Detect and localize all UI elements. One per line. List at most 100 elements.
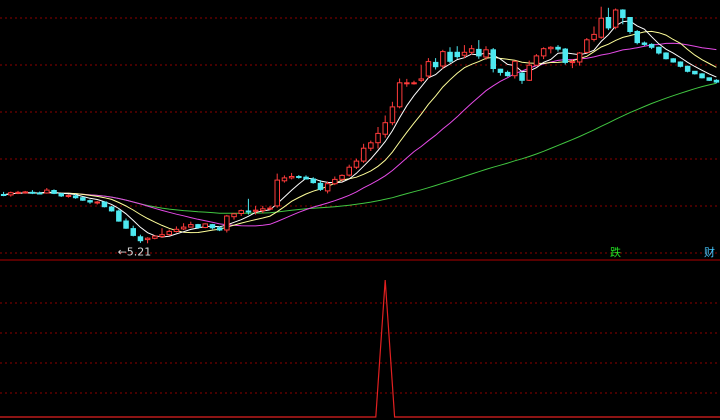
candle-body [29,191,36,194]
candle [80,196,86,201]
candle [425,58,432,79]
candle-body [706,77,712,81]
candle-body [238,210,244,215]
candle-body [540,48,547,57]
candle-body [404,82,410,85]
candle [634,30,640,45]
candle-body [209,224,216,229]
candle-body [324,183,331,192]
candle-body [332,178,338,185]
candle-body [360,147,367,162]
candle-body [670,58,676,63]
candle [699,73,705,79]
candle [670,58,676,63]
candle-body [216,227,223,231]
candle-body [108,206,115,212]
candle-body [252,209,259,212]
candle-body [368,142,374,149]
candle-body [483,49,489,58]
candle-body [519,72,525,81]
candle-body [137,236,144,242]
candle-body [504,71,511,77]
candle [677,61,684,68]
candle-body [159,234,165,237]
candle-body [598,17,604,38]
candle-body [526,64,532,81]
candle-body [202,223,208,228]
candle-body [144,237,151,241]
candle-body [8,192,14,196]
candle-body [130,228,136,236]
candle [490,48,496,73]
candle-body [533,55,540,66]
candle [533,54,540,66]
candle-body [476,48,482,57]
candle [224,214,230,233]
candle-body [94,201,100,204]
candle-body [274,179,280,207]
candle-body [260,208,266,212]
candle-body [87,200,93,203]
candle-body [677,61,684,67]
candle-body [15,191,21,194]
candle-body [490,49,496,69]
candle-body [382,122,388,135]
candle-body [80,197,86,201]
candle-body [447,51,453,62]
candle [684,65,691,73]
candle [202,223,208,229]
candle [152,235,158,240]
candle-body [0,194,7,196]
stock-chart: ←5.21 跌 财 [0,0,720,420]
candle [512,60,518,79]
candle-body [346,166,352,176]
chart-background [0,0,720,420]
candle-body [396,82,403,108]
candle-body [267,207,273,210]
candle-body [699,73,705,79]
candle-body [353,160,360,168]
candle-body [310,178,316,184]
candle [396,78,403,109]
candle-body [605,17,612,29]
candle-body [58,193,64,197]
candle [656,46,662,55]
candle-body [36,192,43,195]
candle-body [296,176,302,178]
candle-body [65,195,72,197]
candle-body [281,177,288,182]
candle-body [44,189,50,194]
candle-body [425,61,432,77]
candle [706,77,712,81]
candle-body [188,224,194,228]
candle [627,17,633,34]
candle-body [512,60,518,77]
candle-body [468,48,475,53]
candle [440,49,446,69]
candle [116,209,122,222]
candle-body [288,176,295,179]
candle [562,48,568,65]
candle [101,201,108,208]
candle [692,70,698,75]
candle-body [339,174,345,180]
candle-body [440,51,446,67]
candle-body [317,182,324,190]
candle-body [432,61,439,68]
candle-body [648,43,655,48]
candle [584,38,590,53]
candle-body [180,226,187,230]
candle-body [627,17,633,32]
candle-body [123,220,129,229]
candle-body [411,82,417,85]
candle [108,205,115,212]
candle-body [562,48,568,63]
candle-body [51,190,57,194]
candle-body [641,42,648,45]
candle-body [591,33,597,40]
candle-body [692,70,698,75]
candle-body [555,46,561,50]
candle-body [101,201,108,208]
candle [663,52,669,60]
candle-body [166,230,172,236]
